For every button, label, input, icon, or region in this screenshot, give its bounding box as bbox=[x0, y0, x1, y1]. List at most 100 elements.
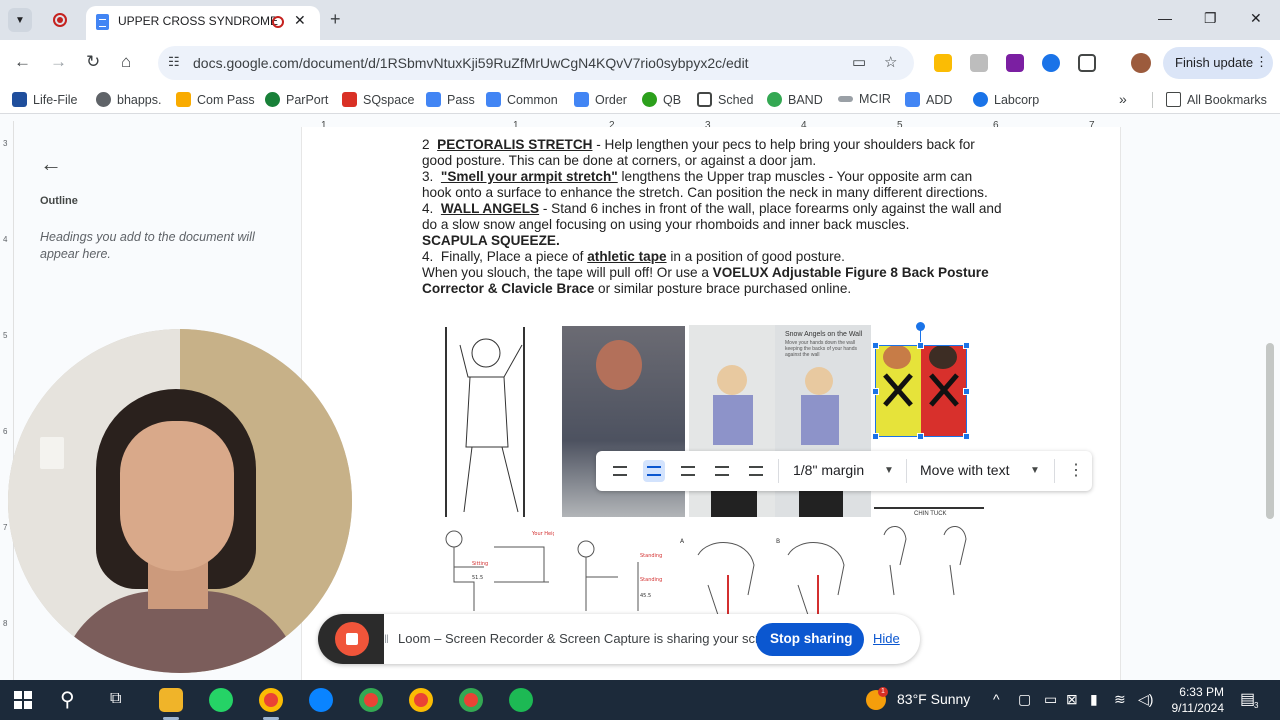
position-dropdown[interactable]: Move with text bbox=[920, 462, 1009, 478]
chrome-icon[interactable] bbox=[459, 688, 483, 712]
weather-text[interactable]: 83°F Sunny bbox=[897, 691, 970, 707]
bookmark-sched[interactable]: Sched bbox=[697, 92, 753, 107]
search-icon[interactable]: ⚲ bbox=[60, 687, 75, 712]
bookmark-parport[interactable]: ParPort bbox=[265, 92, 328, 107]
extension-icon[interactable] bbox=[970, 54, 988, 72]
behind-text-button[interactable] bbox=[711, 460, 733, 482]
bookmark-common[interactable]: Common bbox=[486, 92, 558, 107]
workstation-diagram-2[interactable]: Standing Standing 45.5 bbox=[568, 537, 676, 611]
new-tab-button[interactable]: + bbox=[330, 9, 341, 30]
bookmark-add[interactable]: ADD bbox=[905, 92, 952, 107]
windows-start-icon[interactable] bbox=[14, 691, 32, 709]
bookmark-icon bbox=[838, 96, 853, 102]
reload-button[interactable]: ↻ bbox=[86, 52, 100, 72]
bookmark-band[interactable]: BAND bbox=[767, 92, 823, 107]
clock[interactable]: 6:33 PM 9/11/2024 bbox=[1162, 684, 1225, 716]
wrap-text-button[interactable] bbox=[643, 460, 665, 482]
wifi-icon[interactable]: ≋ bbox=[1114, 691, 1126, 708]
resize-handle[interactable] bbox=[963, 388, 970, 395]
recording-tab-icon[interactable] bbox=[53, 13, 67, 27]
minimize-button[interactable]: — bbox=[1158, 10, 1172, 26]
all-bookmarks[interactable]: All Bookmarks bbox=[1166, 92, 1267, 107]
camera-icon[interactable]: ▭ bbox=[852, 53, 866, 71]
home-button[interactable]: ⌂ bbox=[121, 52, 131, 72]
document-body[interactable]: 2 PECTORALIS STRETCH - Help lengthen you… bbox=[422, 137, 1002, 297]
task-view-icon[interactable]: ⧉ bbox=[110, 690, 121, 708]
battery-icon[interactable]: ▮ bbox=[1090, 691, 1098, 708]
rotate-handle[interactable] bbox=[916, 322, 925, 331]
inline-wrap-button[interactable] bbox=[609, 460, 631, 482]
extensions-puzzle-icon[interactable] bbox=[1078, 54, 1096, 72]
bookmark-mcir[interactable]: MCIR bbox=[838, 92, 891, 106]
chrome-icon[interactable] bbox=[359, 688, 383, 712]
close-window-button[interactable]: ✕ bbox=[1250, 10, 1262, 27]
menu-dots-icon: ⋮ bbox=[1255, 54, 1268, 69]
spotify-icon[interactable] bbox=[509, 688, 533, 712]
edge-icon[interactable] bbox=[309, 688, 333, 712]
resize-handle[interactable] bbox=[872, 342, 879, 349]
stop-recording-button[interactable] bbox=[318, 614, 384, 664]
chrome-icon[interactable] bbox=[259, 688, 283, 712]
url-text[interactable]: docs.google.com/document/d/1RSbmvNtuxKji… bbox=[193, 55, 749, 71]
file-explorer-icon[interactable] bbox=[159, 688, 183, 712]
resize-handle[interactable] bbox=[872, 433, 879, 440]
meet-icon[interactable]: ▢ bbox=[1018, 691, 1031, 708]
security-icon[interactable]: ⊠ bbox=[1066, 691, 1078, 708]
more-options-icon[interactable]: ⋮ bbox=[1068, 460, 1084, 480]
bookmark-star-icon[interactable]: ☆ bbox=[884, 53, 897, 71]
in-front-of-text-button[interactable] bbox=[745, 460, 767, 482]
site-info-icon[interactable]: ☷ bbox=[168, 54, 180, 70]
volume-icon[interactable]: ◁) bbox=[1138, 691, 1153, 708]
document-page[interactable]: 2 PECTORALIS STRETCH - Help lengthen you… bbox=[301, 127, 1121, 680]
caret-down-icon: ▼ bbox=[884, 465, 894, 476]
active-tab[interactable]: UPPER CROSS SYNDROME ✕ bbox=[86, 6, 320, 40]
resize-handle[interactable] bbox=[872, 388, 879, 395]
margin-dropdown[interactable]: 1/8" margin bbox=[793, 462, 864, 478]
more-bookmarks-icon[interactable]: » bbox=[1119, 91, 1127, 107]
notification-icon[interactable]: ▤ bbox=[1240, 689, 1255, 709]
close-tab-icon[interactable]: ✕ bbox=[294, 12, 306, 29]
drag-handle-icon[interactable]: ‖ bbox=[384, 632, 389, 646]
extension-icon[interactable] bbox=[934, 54, 952, 72]
restore-button[interactable]: ❐ bbox=[1204, 10, 1217, 27]
extension-icon[interactable] bbox=[1006, 54, 1024, 72]
bookmark-com-pass[interactable]: Com Pass bbox=[176, 92, 255, 107]
doorway-stretch-image[interactable] bbox=[438, 327, 542, 517]
tab-search-button[interactable]: ▼ bbox=[8, 8, 32, 32]
chrome-icon[interactable] bbox=[409, 688, 433, 712]
chevron-up-icon[interactable]: ^ bbox=[993, 691, 1000, 707]
heading-armpit-stretch: "Smell your armpit stretch" bbox=[440, 169, 618, 184]
close-outline-icon[interactable]: ← bbox=[40, 151, 62, 177]
vertical-scrollbar[interactable] bbox=[1266, 343, 1274, 519]
bookmark-icon bbox=[574, 92, 589, 107]
stop-sharing-button[interactable]: Stop sharing bbox=[756, 623, 864, 656]
bookmark-label: MCIR bbox=[859, 92, 891, 106]
workstation-diagram-1[interactable]: Your Height Sitting 51.5 bbox=[434, 527, 554, 611]
bookmark-bhapps[interactable]: bhapps. bbox=[96, 92, 161, 107]
chin-tuck-diagram[interactable]: CHIN TUCK bbox=[874, 505, 984, 601]
resize-handle[interactable] bbox=[917, 433, 924, 440]
hide-link[interactable]: Hide bbox=[873, 631, 900, 646]
bookmark-labcorp[interactable]: Labcorp bbox=[973, 92, 1039, 107]
webcam-bubble[interactable] bbox=[8, 329, 352, 673]
camera-tray-icon[interactable]: ▭ bbox=[1044, 691, 1057, 708]
resize-handle[interactable] bbox=[963, 433, 970, 440]
finish-update-button[interactable]: Finish update ⋮ bbox=[1163, 47, 1273, 79]
forward-button[interactable]: → bbox=[50, 52, 67, 72]
whatsapp-icon[interactable] bbox=[209, 688, 233, 712]
profile-avatar[interactable] bbox=[1131, 53, 1151, 73]
extension-icon[interactable] bbox=[1042, 54, 1060, 72]
bookmark-sqspace[interactable]: SQspace bbox=[342, 92, 414, 107]
break-text-button[interactable] bbox=[677, 460, 699, 482]
resize-handle[interactable] bbox=[917, 342, 924, 349]
list-number: 3. bbox=[422, 169, 434, 184]
back-button[interactable]: ← bbox=[14, 52, 31, 72]
neck-posture-diagram[interactable]: A B bbox=[678, 535, 858, 615]
resize-handle[interactable] bbox=[963, 342, 970, 349]
address-bar[interactable]: ☷ docs.google.com/document/d/1RSbmvNtuxK… bbox=[158, 46, 914, 80]
bookmark-qb[interactable]: QB bbox=[642, 92, 681, 107]
athletic-tape-link[interactable]: athletic tape bbox=[587, 249, 666, 264]
bookmark-life-file[interactable]: Life-File bbox=[12, 92, 77, 107]
bookmark-pass[interactable]: Pass bbox=[426, 92, 475, 107]
bookmark-order[interactable]: Order bbox=[574, 92, 627, 107]
